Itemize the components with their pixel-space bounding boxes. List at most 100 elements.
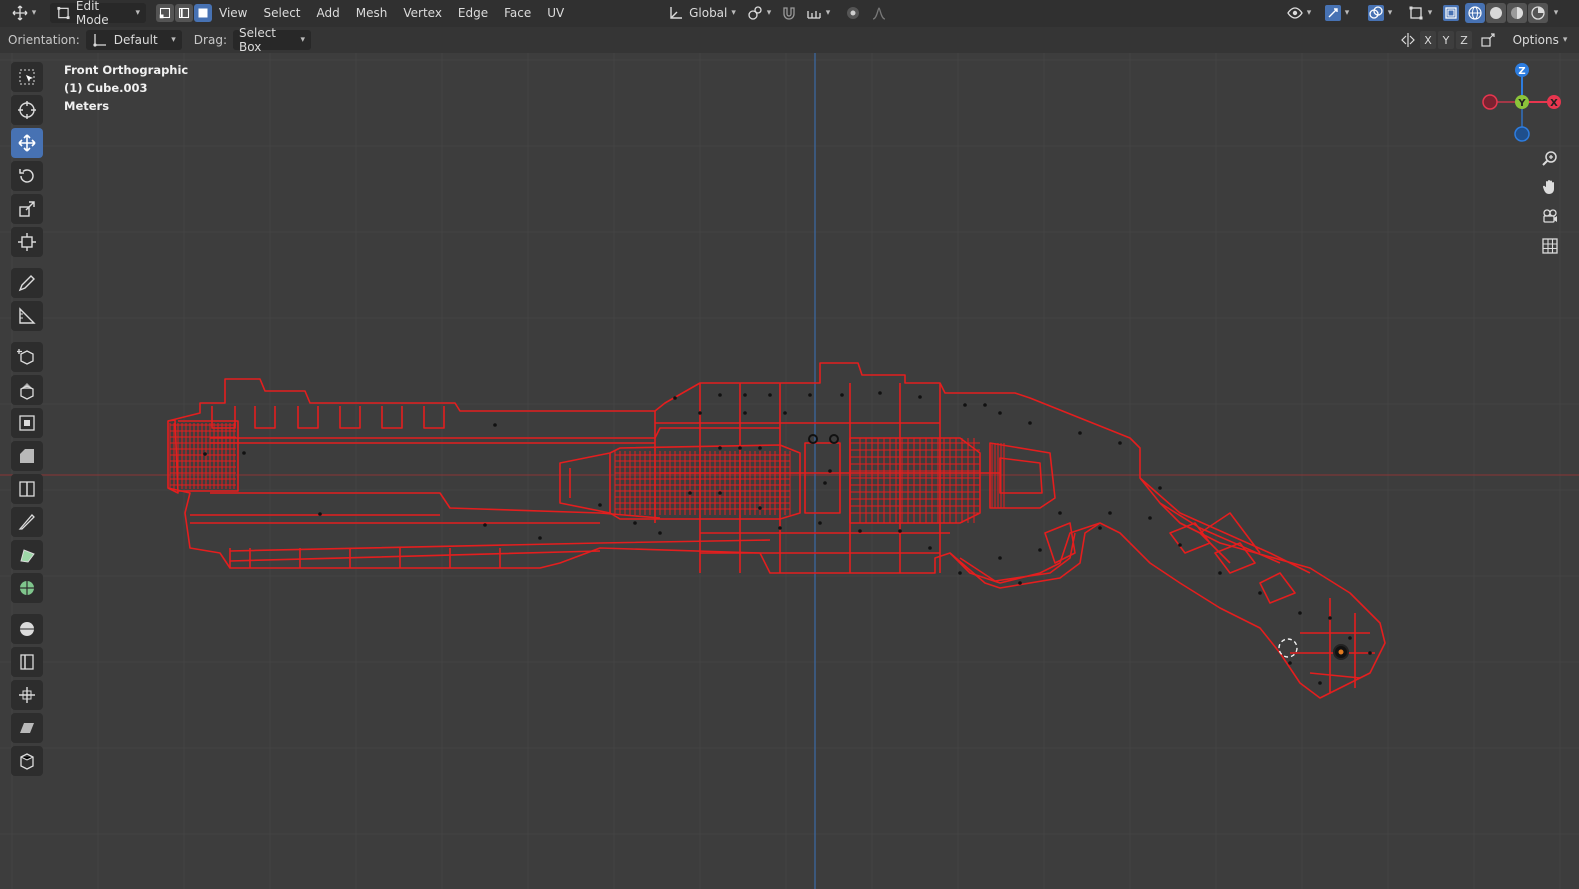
add-cube-icon [17,349,34,365]
tool-bevel[interactable] [11,441,43,471]
tool-rip-region[interactable] [11,746,43,776]
camera-icon [1543,209,1557,223]
tool-shrink-fatten[interactable] [11,680,43,710]
gizmo-neg-z-axis[interactable] [1514,126,1530,142]
tool-measure[interactable] [11,301,43,331]
gizmo-x-label: X [1550,98,1558,109]
hand-icon [1542,180,1554,194]
tool-edge-slide[interactable] [11,647,43,677]
shading-options-dropdown[interactable]: ▾ [1549,3,1563,23]
tool-shear[interactable] [11,713,43,743]
drag-dropdown[interactable]: Select Box ▾ [232,26,311,54]
transform-icon [18,233,36,251]
mirror-y-toggle[interactable]: Y [1438,31,1454,49]
viewport-info: Front Orthographic (1) Cube.003 Meters [64,61,188,115]
mirror-x-toggle[interactable]: X [1420,31,1436,49]
mirror-icon [1401,33,1415,47]
tool-add-cube[interactable] [11,342,43,372]
zoom-button[interactable] [1538,146,1562,170]
mirror-toggle[interactable] [1398,30,1418,50]
tool-knife[interactable] [11,507,43,537]
tool-scale[interactable] [11,194,43,224]
menu-mesh[interactable]: Mesh [349,3,395,23]
select-mode-group [156,4,212,22]
3d-viewport[interactable]: Front Orthographic (1) Cube.003 Meters [0,53,1579,889]
tool-extrude-region[interactable] [11,375,43,405]
gizmo-neg-x-axis[interactable] [1482,94,1498,110]
transform-orientation-dropdown[interactable]: Global ▾ [664,3,740,23]
overlays-icon [1367,5,1384,21]
gizmo-toggle[interactable]: ▾ [1317,3,1357,23]
solid-sphere-icon [1490,7,1502,19]
chevron-down-icon: ▾ [766,8,772,18]
tool-cursor[interactable] [11,95,43,125]
tool-inset-faces[interactable] [11,408,43,438]
pivot-point-dropdown[interactable]: ▾ [744,3,774,23]
face-select-mode[interactable] [194,4,212,22]
camera-view-button[interactable] [1538,204,1562,228]
chevron-down-icon: ▾ [1344,8,1350,18]
editor-type-button[interactable]: ▾ [8,3,40,23]
chevron-down-icon: ▾ [1553,8,1559,18]
rendered-shading-button[interactable] [1528,3,1548,23]
edge-select-mode[interactable] [175,4,193,22]
vertex-marker [829,434,839,444]
proportional-editing-toggle[interactable] [842,3,864,23]
mesh-edit-overlays-dropdown[interactable]: ▾ [1403,3,1437,23]
annotate-icon [18,275,35,292]
chevron-down-icon: ▾ [31,8,37,18]
tool-rotate[interactable] [11,161,43,191]
xray-toggle[interactable] [1440,3,1462,23]
tool-loop-cut[interactable] [11,474,43,504]
magnet-icon [783,7,795,20]
chevron-down-icon: ▾ [135,8,140,18]
snap-target-dropdown[interactable]: ▾ [804,3,832,23]
solid-shading-button[interactable] [1486,3,1506,23]
3d-cursor-icon[interactable] [1278,638,1298,658]
tool-transform[interactable] [11,227,43,257]
menu-vertex[interactable]: Vertex [396,3,449,23]
smooth-icon [20,622,34,636]
object-name: (1) Cube.003 [64,81,148,95]
spin-icon [20,581,34,595]
tool-poly-build[interactable] [11,540,43,570]
navigation-gizmo[interactable]: Z X Y [1478,58,1568,148]
xray-icon [1443,5,1459,21]
tool-move[interactable] [11,128,43,158]
menu-view[interactable]: View [212,3,254,23]
mode-dropdown[interactable]: Edit Mode ▾ [50,0,146,27]
shading-modes: ▾ [1465,3,1563,23]
header-menus: View Select Add Mesh Vertex Edge Face UV [212,3,571,23]
falloff-dropdown[interactable] [868,3,890,23]
mirror-z-toggle[interactable]: Z [1456,31,1472,49]
options-dropdown[interactable]: Options ▾ [1508,30,1572,50]
menu-select[interactable]: Select [256,3,307,23]
material-sphere-icon [1511,7,1523,19]
tool-spin[interactable] [11,573,43,603]
perspective-toggle-button[interactable] [1538,234,1562,258]
wireframe-shading-button[interactable] [1465,3,1485,23]
options-label: Options [1512,33,1559,47]
tool-annotate[interactable] [11,268,43,298]
extrude-region-icon [20,383,34,400]
orientation-dropdown[interactable]: Default ▾ [85,30,182,50]
edit-mode-icon [57,6,70,20]
toolbar-separator [9,334,47,340]
menu-edge[interactable]: Edge [451,3,495,23]
snap-toggle[interactable] [778,3,800,23]
menu-face[interactable]: Face [497,3,538,23]
visibility-dropdown[interactable]: ▾ [1284,3,1314,23]
overlays-toggle[interactable]: ▾ [1360,3,1400,23]
chevron-down-icon: ▾ [171,35,176,45]
menu-add[interactable]: Add [310,3,347,23]
tool-smooth[interactable] [11,614,43,644]
vertex-select-mode[interactable] [156,4,174,22]
pan-button[interactable] [1538,175,1562,199]
orientation-value: Default [113,33,158,47]
auto-merge-toggle[interactable] [1478,30,1498,50]
menu-uv[interactable]: UV [540,3,571,23]
tool-select-box[interactable] [11,62,43,92]
chevron-down-icon: ▾ [1387,8,1393,18]
gizmo-y-label: Y [1517,98,1526,109]
material-preview-button[interactable] [1507,3,1527,23]
